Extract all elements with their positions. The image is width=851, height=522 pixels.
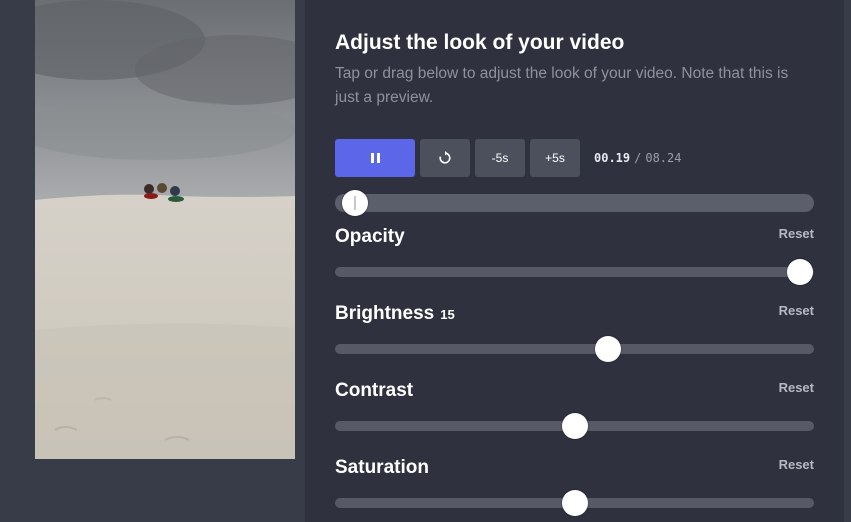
forward-5s-button[interactable]: +5s [530,139,580,177]
brightness-label: Brightness 15 [335,303,455,325]
contrast-label: Contrast [335,380,419,402]
opacity-reset-button[interactable]: Reset [760,226,814,241]
opacity-slider-track[interactable] [335,267,814,277]
restart-button[interactable] [420,139,470,177]
time-readout: 00.19/08.24 [594,151,681,165]
opacity-slider-handle[interactable] [786,259,813,285]
opacity-label: Opacity [335,226,411,248]
brightness-slider-handle[interactable] [595,336,622,362]
back-5s-button[interactable]: -5s [475,139,525,177]
saturation-label: Saturation [335,457,435,479]
restart-icon [439,151,451,164]
total-time: 08.24 [645,151,682,165]
contrast-slider-handle[interactable] [561,413,588,439]
brightness-reset-button[interactable]: Reset [760,303,814,318]
current-time: 00.19 [594,151,631,165]
pause-icon [370,153,380,163]
panel-edge [844,0,851,522]
brightness-value: 15 [440,307,455,322]
saturation-label-text: Saturation [335,457,429,478]
brightness-label-text: Brightness [335,303,435,324]
video-preview[interactable] [35,0,295,459]
page-title: Adjust the look of your video [335,31,625,54]
time-separator: / [634,151,642,165]
brightness-slider-track[interactable] [335,344,814,354]
page-subtitle: Tap or drag below to adjust the look of … [335,65,789,106]
saturation-reset-button[interactable]: Reset [760,457,814,472]
contrast-reset-button[interactable]: Reset [760,380,814,395]
seek-bar[interactable] [335,194,814,212]
seek-handle[interactable] [342,190,369,216]
opacity-label-text: Opacity [335,226,405,247]
saturation-slider-handle[interactable] [561,490,588,516]
pause-button[interactable] [335,139,415,177]
contrast-label-text: Contrast [335,380,414,401]
